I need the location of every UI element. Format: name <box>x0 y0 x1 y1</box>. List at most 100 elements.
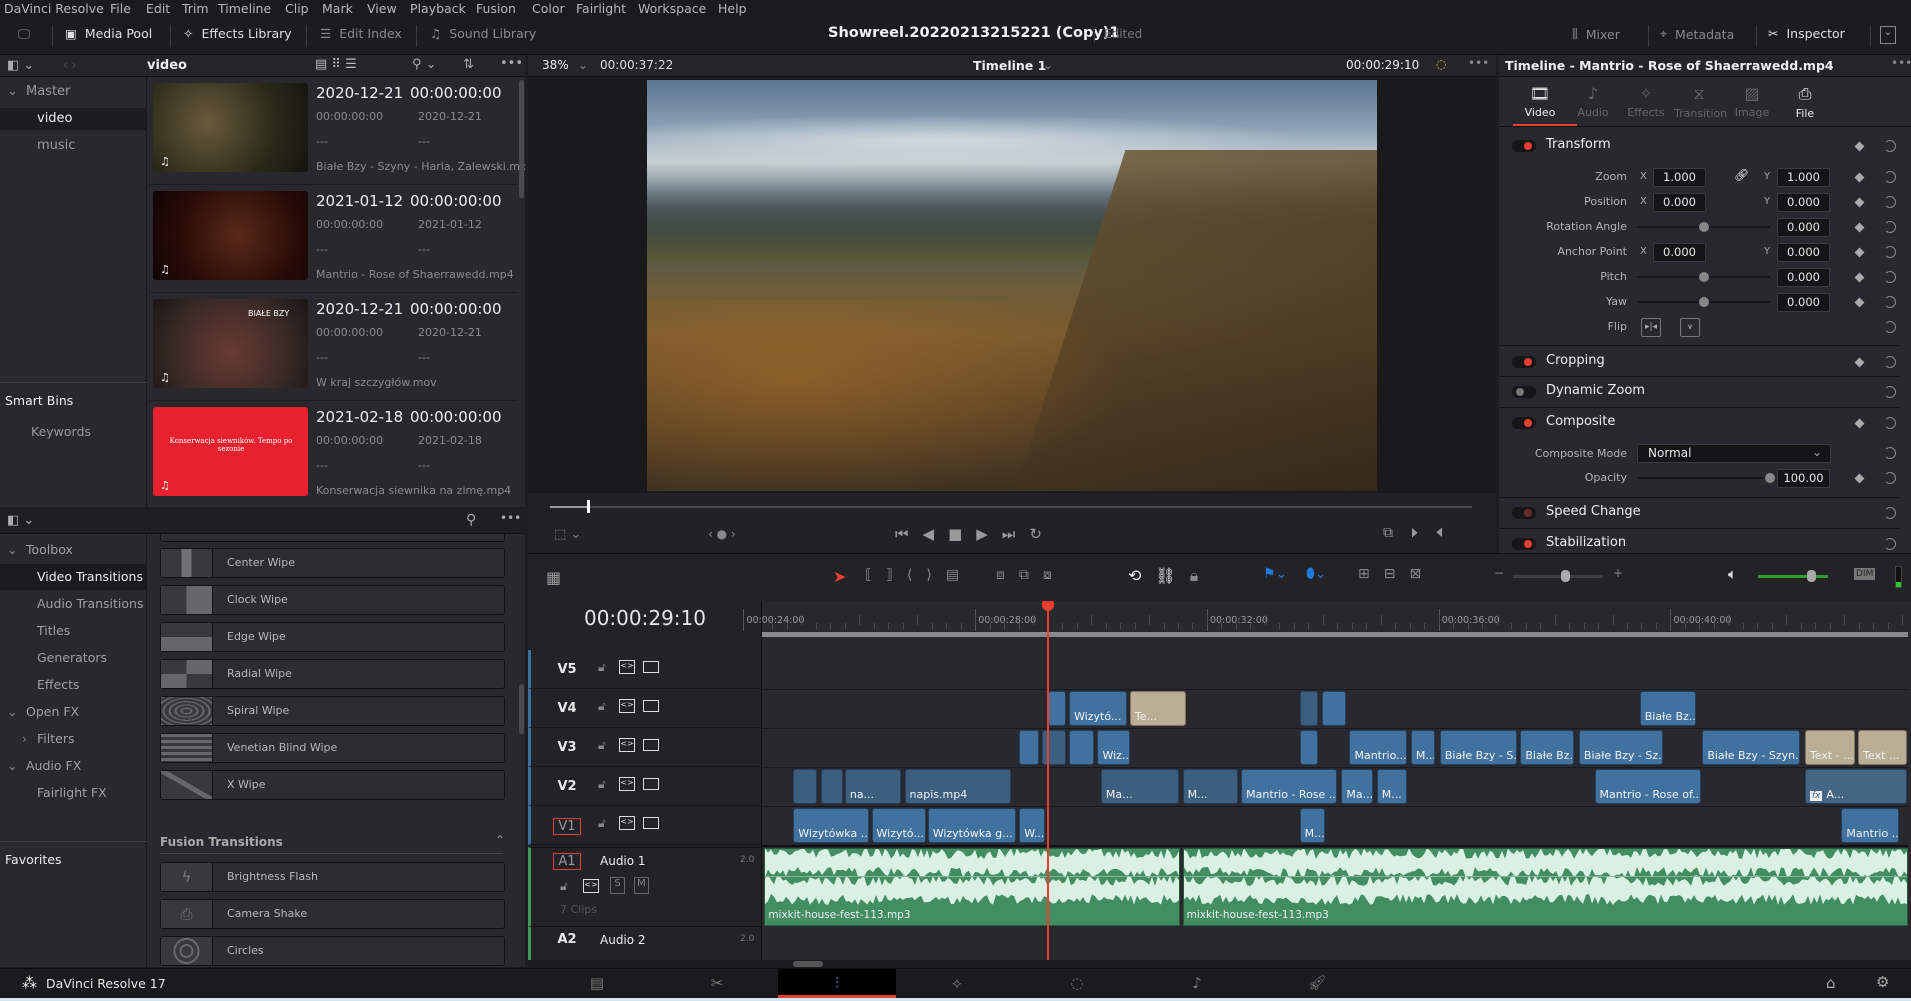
zoom-y-field[interactable]: 1.000 <box>1777 168 1830 187</box>
video-clip[interactable]: Text ... <box>1858 730 1907 765</box>
volume-handle[interactable] <box>1807 570 1816 582</box>
volume-icon[interactable]: 🔈︎ <box>1728 565 1737 583</box>
reset-icon[interactable] <box>1884 246 1896 258</box>
reset-icon[interactable] <box>1884 417 1896 429</box>
keyframe-icon[interactable] <box>1854 222 1865 233</box>
speed-change-title[interactable]: Speed Change <box>1546 504 1641 519</box>
clip-thumbnail[interactable]: ♫ <box>153 83 308 172</box>
reset-icon[interactable] <box>1884 386 1896 398</box>
media-clip[interactable]: ♫ 2021-01-12 00:00:00:00 00:00:00:00 2021-01… <box>150 185 518 293</box>
jog-icon[interactable]: ‹ ● › <box>708 527 736 541</box>
menu-edit[interactable]: Edit <box>146 1 170 16</box>
menu-trim[interactable]: Trim <box>182 1 209 16</box>
tab-transition[interactable]: ⧖ Transition <box>1674 80 1727 125</box>
go-to-end-icon[interactable]: ⏭ <box>1002 525 1030 543</box>
timeline-view-options-icon[interactable]: ▦ <box>546 568 561 587</box>
linked-selection-icon[interactable]: ⛓ <box>1155 566 1189 585</box>
scrubber-handle[interactable] <box>586 500 590 513</box>
video-clip[interactable]: Wizytó... <box>871 808 926 843</box>
effects-options-icon[interactable]: ••• <box>500 511 521 525</box>
video-clip[interactable]: Białe Bzy - Szyn... <box>1702 730 1800 765</box>
video-clip[interactable]: M... <box>1299 808 1326 843</box>
video-clip[interactable]: M... <box>1182 769 1238 804</box>
mixer-button[interactable]: ⫼ Mixer <box>1572 26 1620 42</box>
flag-icon[interactable]: ⚑⌄ <box>1263 566 1287 582</box>
selection-tool-icon[interactable]: ➤ <box>833 567 846 586</box>
home-icon[interactable]: ⌂ <box>1826 974 1836 992</box>
reset-icon[interactable] <box>1884 140 1896 152</box>
video-clip[interactable]: napis.mp4 <box>904 769 1011 804</box>
cropping-toggle[interactable] <box>1512 356 1536 368</box>
track-visibility-icon[interactable] <box>643 661 659 673</box>
video-clip[interactable] <box>1299 730 1319 765</box>
transition-item[interactable]: Spiral Wipe <box>160 696 505 726</box>
transform-toggle[interactable] <box>1512 140 1536 152</box>
zoom-x-field[interactable]: 1.000 <box>1653 168 1706 187</box>
flip-vertical-button[interactable]: ⩛ <box>1680 318 1700 337</box>
video-clip[interactable]: M... <box>1410 730 1436 765</box>
viewer-options-icon[interactable]: ••• <box>1468 56 1489 70</box>
mute-button[interactable]: M <box>634 877 649 894</box>
composite-title[interactable]: Composite <box>1546 414 1615 429</box>
overwrite-clip-icon[interactable]: ⧉ <box>1019 567 1043 583</box>
next-edit-icon[interactable]: ⏵ <box>1411 525 1436 541</box>
effects-category-effects[interactable]: Effects <box>0 672 147 698</box>
video-clip[interactable]: Białe Bz... <box>1520 730 1575 765</box>
bin-music[interactable]: music <box>0 135 147 157</box>
effects-category-open-fx[interactable]: ⌄ Open FX <box>0 699 147 725</box>
video-clip[interactable]: fx A... <box>1804 769 1907 804</box>
timeline-chevron-icon[interactable]: ⌄ <box>1043 58 1053 72</box>
stabilization-toggle[interactable] <box>1512 538 1536 550</box>
clip-thumbnail[interactable]: BIAŁE BZY ♫ <box>153 299 308 388</box>
effects-category-filters[interactable]: › Filters <box>0 726 147 752</box>
zoom-out-icon[interactable]: − <box>1494 566 1504 580</box>
reset-icon[interactable] <box>1884 447 1896 459</box>
keyframe-icon[interactable] <box>1854 247 1865 258</box>
volume-slider[interactable] <box>1758 575 1828 578</box>
video-clip[interactable] <box>1042 730 1066 765</box>
detail-zoom-icon[interactable]: ⊟ <box>1384 566 1410 582</box>
pitch-slider-handle[interactable] <box>1698 272 1709 282</box>
menu-fairlight[interactable]: Fairlight <box>576 1 626 16</box>
opacity-slider[interactable] <box>1637 477 1770 479</box>
transition-item[interactable]: ⎙ Camera Shake <box>160 899 505 929</box>
menu-help[interactable]: Help <box>718 1 747 16</box>
bin-master[interactable]: ⌄ Master <box>0 81 147 103</box>
effects-panel-toggle-icon[interactable]: ◧ ⌄ <box>7 513 34 528</box>
workspace-toggle-button[interactable]: 🖵 <box>18 26 30 42</box>
video-clip[interactable] <box>793 769 817 804</box>
custom-zoom-icon[interactable]: ⊠ <box>1409 566 1435 582</box>
replace-clip-icon[interactable]: ⧇ <box>1043 567 1066 583</box>
play-icon[interactable]: ▶ <box>976 525 1002 543</box>
playhead[interactable] <box>1047 609 1050 960</box>
rotation-slider-handle[interactable] <box>1698 222 1709 232</box>
bin-video[interactable]: video <box>0 108 147 130</box>
video-clip[interactable]: Mantrio - Rose of... <box>1594 769 1702 804</box>
crop-icon[interactable]: ⬚ ⌄ <box>554 527 581 542</box>
metadata-button[interactable]: ⌖ Metadata <box>1660 26 1734 42</box>
track-label[interactable]: V1 <box>553 818 581 835</box>
keyframe-icon[interactable] <box>1854 172 1865 183</box>
reset-icon[interactable] <box>1884 356 1896 368</box>
link-icon[interactable]: 🔗︎ <box>1734 168 1749 182</box>
dynamic-zoom-toggle[interactable] <box>1512 386 1536 398</box>
reset-icon[interactable] <box>1884 507 1896 519</box>
effects-library-button[interactable]: ✧ Effects Library <box>183 26 292 41</box>
opacity-field[interactable]: 100.00 <box>1777 469 1830 488</box>
reset-icon[interactable] <box>1884 171 1896 183</box>
transition-item[interactable]: Venetian Blind Wipe <box>160 733 505 763</box>
effects-scrollbar[interactable] <box>519 684 524 734</box>
panel-toggle-icon[interactable]: ◧ ⌄ <box>7 58 34 73</box>
reset-icon[interactable] <box>1884 472 1896 484</box>
video-clip[interactable]: Białe Bz... <box>1639 691 1697 726</box>
video-clip[interactable]: Wizytówka g... <box>927 808 1016 843</box>
track-visibility-icon[interactable] <box>643 739 659 751</box>
composite-toggle[interactable] <box>1512 417 1536 429</box>
video-clip[interactable]: Wizytówka ... <box>793 808 870 843</box>
lock-icon[interactable]: 🔓︎ <box>598 738 606 753</box>
video-clip[interactable]: Ma... <box>1341 769 1373 804</box>
tab-effects[interactable]: ✧ Effects <box>1621 80 1671 125</box>
speed-change-toggle[interactable] <box>1512 507 1536 519</box>
video-clip[interactable]: Ma... <box>1100 769 1180 804</box>
full-extent-zoom-icon[interactable]: ⊞ <box>1358 566 1384 582</box>
